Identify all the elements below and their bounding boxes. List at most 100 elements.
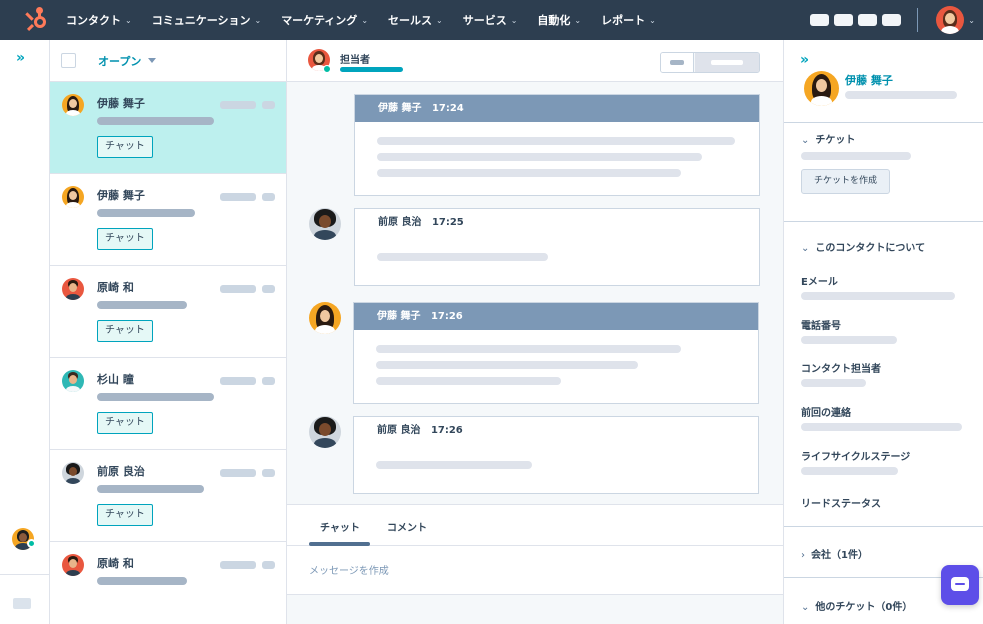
view-toggle-left[interactable] xyxy=(661,53,694,72)
chevron-down-icon: ⌄ xyxy=(254,15,262,25)
contact-avatar xyxy=(62,462,84,484)
sender-avatar xyxy=(309,302,341,334)
nav-item-contacts[interactable]: コンタクト ⌄ xyxy=(66,12,132,28)
chevron-down-icon: ⌄ xyxy=(510,15,518,25)
nav-item-conversations[interactable]: コミュニケーション ⌄ xyxy=(152,12,261,28)
status-filter-dropdown[interactable]: オープン xyxy=(98,53,157,69)
nav-item-reports[interactable]: レポート ⌄ xyxy=(601,12,656,28)
view-toggle-right[interactable] xyxy=(695,53,759,72)
channel-tag: チャット xyxy=(97,412,153,434)
chevron-down-icon: ⌄ xyxy=(801,243,810,254)
select-all-checkbox[interactable] xyxy=(61,53,76,68)
rail-settings-button[interactable] xyxy=(13,598,31,609)
contact-avatar xyxy=(62,94,84,116)
section-ticket[interactable]: ⌄ チケット xyxy=(801,131,855,146)
contact-name: 前原 良治 xyxy=(97,465,145,478)
divider xyxy=(784,221,983,222)
nav-item-automation[interactable]: 自動化 ⌄ xyxy=(537,12,581,28)
nav-item-marketing[interactable]: マーケティング ⌄ xyxy=(281,12,368,28)
conversation-item[interactable]: 伊藤 舞子 チャット xyxy=(50,82,286,174)
nav-item-service[interactable]: サービス ⌄ xyxy=(463,12,518,28)
section-company[interactable]: › 会社（1件） xyxy=(801,546,868,561)
chevron-down-icon[interactable]: ⌄ xyxy=(968,16,975,25)
contact-sidebar: » 伊藤 舞子 ⌄ チケット チケットを作成 ⌄ このコンタクトについて Eメール … xyxy=(783,40,983,624)
timestamp-placeholder xyxy=(220,377,256,385)
message-text-placeholder xyxy=(376,345,681,353)
conversation-list: オープン 伊藤 舞子 チャット 伊藤 舞子 チャット 原崎 和 チャット 杉山 … xyxy=(50,40,287,624)
channel-tag: チャット xyxy=(97,320,153,342)
owner-name-placeholder[interactable] xyxy=(340,67,403,72)
count-placeholder xyxy=(262,377,275,385)
sender-avatar xyxy=(309,416,341,448)
field-value-placeholder[interactable] xyxy=(801,423,962,431)
nav-utility-button[interactable] xyxy=(810,14,830,26)
field-value-placeholder[interactable] xyxy=(801,336,897,344)
section-about-contact[interactable]: ⌄ このコンタクトについて xyxy=(801,239,925,254)
divider xyxy=(784,122,983,123)
conversation-item[interactable]: 原崎 和 xyxy=(50,542,286,624)
chevron-right-icon: › xyxy=(801,550,805,561)
left-rail: » xyxy=(0,40,50,624)
chevron-down-icon: ⌄ xyxy=(574,15,582,25)
nav-utility-button[interactable] xyxy=(882,14,902,26)
conversation-thread: 担当者 伊藤 舞子 17:24 前原 良治 17:25 伊藤 舞子 17:26 xyxy=(287,40,783,624)
section-other-tickets[interactable]: ⌄ 他のチケット（0件） xyxy=(801,598,912,613)
nav-item-sales[interactable]: セールス ⌄ xyxy=(388,12,443,28)
preview-placeholder xyxy=(97,301,187,309)
chevron-down-icon: ⌄ xyxy=(801,135,810,146)
contact-name: 伊藤 舞子 xyxy=(97,189,145,202)
account-avatar[interactable] xyxy=(936,6,965,34)
tab-comment[interactable]: コメント xyxy=(387,519,427,534)
message-header: 前原 良治 17:25 xyxy=(378,217,464,228)
message-input[interactable]: メッセージを作成 xyxy=(309,562,389,577)
message-card: 伊藤 舞子 17:24 xyxy=(354,94,760,196)
thread-header: 担当者 xyxy=(287,40,783,82)
message-card: 前原 良治 17:26 xyxy=(353,416,759,494)
divider xyxy=(784,526,983,527)
nav-divider xyxy=(917,8,919,32)
conversation-item[interactable]: 伊藤 舞子 チャット xyxy=(50,174,286,266)
timestamp-placeholder xyxy=(220,469,256,477)
message-header: 伊藤 舞子 17:24 xyxy=(355,95,759,122)
conversation-item[interactable]: 杉山 瞳 チャット xyxy=(50,358,286,450)
message-text-placeholder xyxy=(377,169,681,177)
message-text-placeholder xyxy=(377,153,702,161)
online-status-icon xyxy=(27,539,36,548)
timestamp-placeholder xyxy=(220,193,256,201)
count-placeholder xyxy=(262,101,275,109)
contact-name: 原崎 和 xyxy=(97,281,134,294)
nav-utility-button[interactable] xyxy=(834,14,854,26)
field-value-placeholder[interactable] xyxy=(801,467,898,475)
timestamp-placeholder xyxy=(220,101,256,109)
rail-user[interactable] xyxy=(12,528,36,550)
count-placeholder xyxy=(262,193,275,201)
nav-utility-button[interactable] xyxy=(858,14,878,26)
chat-launcher-button[interactable] xyxy=(941,565,979,605)
channel-tag: チャット xyxy=(97,504,153,526)
contact-avatar xyxy=(62,186,84,208)
contact-subtitle-placeholder xyxy=(845,91,957,99)
tab-chat[interactable]: チャット xyxy=(320,519,360,534)
field-label-phone: 電話番号 xyxy=(801,321,841,332)
message-composer: チャット コメント メッセージを作成 xyxy=(287,504,783,624)
view-toggle[interactable] xyxy=(660,52,760,73)
preview-placeholder xyxy=(97,117,214,125)
rail-divider xyxy=(0,574,50,575)
count-placeholder xyxy=(262,469,275,477)
field-value-placeholder[interactable] xyxy=(801,379,866,387)
field-label-owner: コンタクト担当者 xyxy=(801,364,881,375)
create-ticket-button[interactable]: チケットを作成 xyxy=(801,169,891,194)
timestamp-placeholder xyxy=(220,561,256,569)
ticket-placeholder xyxy=(801,152,911,160)
preview-placeholder xyxy=(97,577,187,585)
count-placeholder xyxy=(262,285,275,293)
composer-toolbar xyxy=(287,594,783,624)
contact-name[interactable]: 伊藤 舞子 xyxy=(845,72,893,88)
conversation-item[interactable]: 前原 良治 チャット xyxy=(50,450,286,542)
field-value-placeholder[interactable] xyxy=(801,292,955,300)
expand-icon[interactable]: » xyxy=(16,50,25,66)
message-card: 前原 良治 17:25 xyxy=(354,208,760,286)
expand-icon[interactable]: » xyxy=(800,52,809,68)
hubspot-logo-icon[interactable] xyxy=(25,7,52,33)
conversation-item[interactable]: 原崎 和 チャット xyxy=(50,266,286,358)
